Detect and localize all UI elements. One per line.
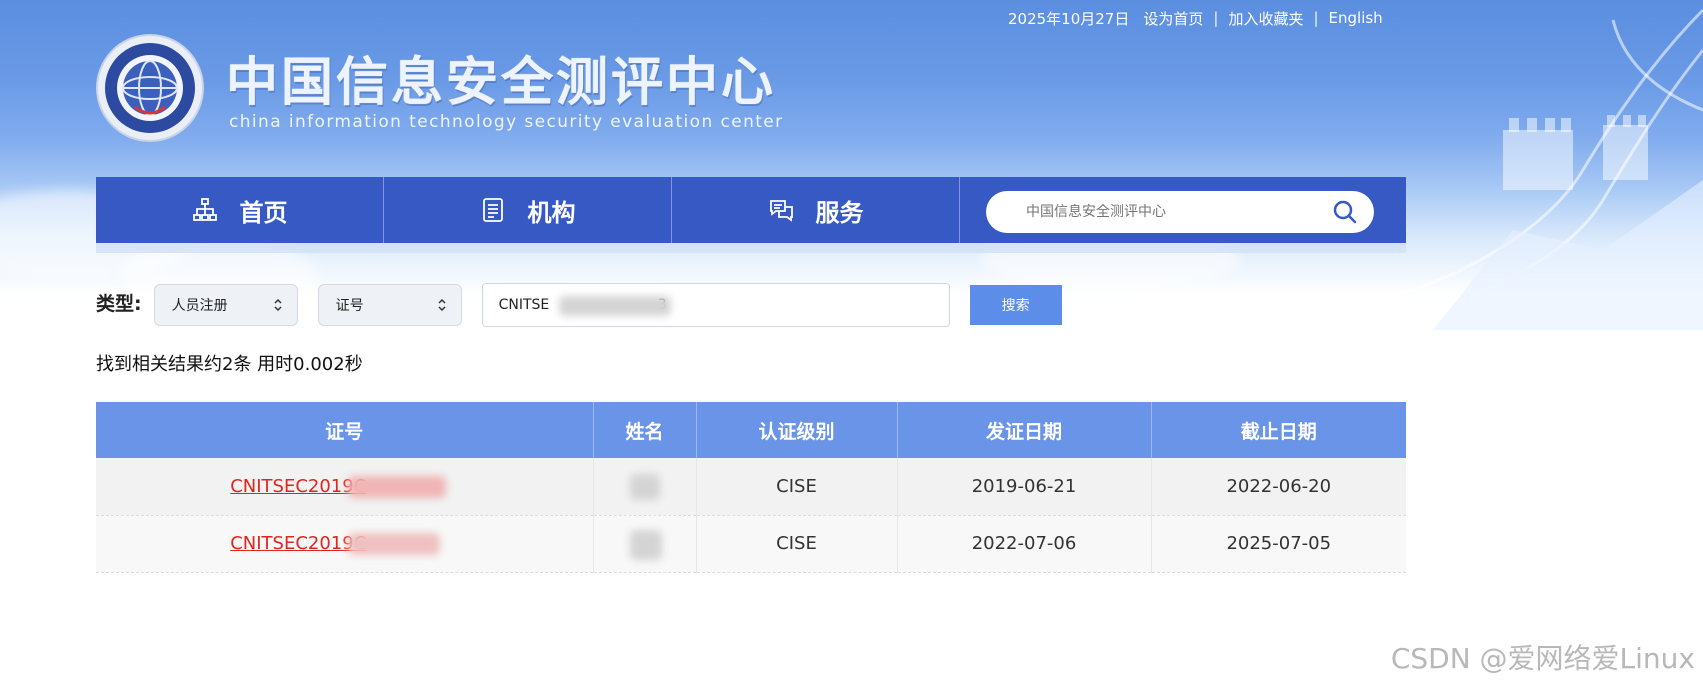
cert-query-input[interactable]: CNITSE .3: [481, 283, 950, 327]
updown-chevron-icon: [274, 298, 282, 312]
expire-date-cell: 2025-07-05: [1151, 515, 1406, 573]
col-header-expire-date: 截止日期: [1151, 402, 1406, 458]
site-search-box: [986, 191, 1374, 233]
watermark: CSDN @爱网络爱Linux: [1390, 642, 1695, 675]
redaction-blur: [629, 529, 662, 560]
divider: |: [1313, 9, 1319, 27]
issue-date-cell: 2019-06-21: [897, 458, 1152, 516]
cert-link[interactable]: CNITSEC2019C: [230, 533, 458, 555]
level-cell: CISE: [696, 458, 898, 516]
results-table: 证号 姓名 认证级别 发证日期 截止日期 CNITSEC2019C CISE 2…: [96, 402, 1406, 573]
nav-underline: [96, 243, 1406, 253]
site-logo: [96, 34, 204, 142]
cert-number: CNITSEC2019C: [230, 533, 367, 554]
site-subtitle: china information technology security ev…: [229, 112, 784, 132]
type-select[interactable]: 人员注册: [153, 284, 298, 326]
great-wall-illustration: [1382, 8, 1703, 330]
result-summary: 找到相关结果约2条 用时0.002秒: [96, 354, 363, 375]
chat-icon: [769, 200, 793, 222]
table-header-row: 证号 姓名 认证级别 发证日期 截止日期: [96, 402, 1406, 458]
col-header-issue-date: 发证日期: [897, 402, 1152, 458]
nav-item-home[interactable]: 首页: [96, 177, 384, 243]
type-select-value: 人员注册: [171, 298, 228, 314]
query-value-prefix: CNITSE: [498, 297, 550, 313]
english-link[interactable]: English: [1329, 9, 1383, 27]
updown-chevron-icon: [438, 298, 446, 312]
cert-number: CNITSEC2019C: [230, 475, 367, 497]
field-select-value: 证号: [335, 298, 364, 314]
expire-date-cell: 2022-06-20: [1151, 458, 1406, 516]
table-row: CNITSEC2019C CISE 2019-06-21 2022-06-20: [96, 458, 1406, 516]
divider: |: [1213, 9, 1219, 27]
current-date: 2025年10月27日: [1008, 9, 1130, 28]
set-home-link[interactable]: 设为首页: [1143, 8, 1203, 29]
level-cell: CISE: [696, 515, 898, 573]
nav-item-service[interactable]: 服务: [672, 177, 960, 243]
redaction-blur: [629, 474, 660, 500]
nav-label: 服务: [815, 198, 864, 227]
name-cell: [593, 515, 697, 573]
type-label: 类型:: [96, 292, 142, 315]
redaction-blur: [348, 475, 447, 498]
nav-item-institution[interactable]: 机构: [384, 177, 672, 243]
filter-row: 类型: 人员注册 证号 CNITSE .3 搜索: [96, 283, 1062, 327]
field-select[interactable]: 证号: [317, 284, 462, 326]
issue-date-cell: 2022-07-06: [897, 515, 1152, 573]
cert-cell: CNITSEC2019C: [96, 515, 594, 573]
search-icon[interactable]: [1332, 199, 1358, 225]
nav-label: 机构: [527, 198, 576, 227]
cert-cell: CNITSEC2019C: [96, 458, 594, 516]
cert-link[interactable]: CNITSEC2019C: [230, 475, 458, 498]
site-title: 中国信息安全测评中心: [226, 53, 777, 113]
redaction-blur: [558, 296, 671, 316]
add-favorite-link[interactable]: 加入收藏夹: [1228, 8, 1303, 29]
col-header-level: 认证级别: [696, 402, 898, 458]
col-header-name: 姓名: [593, 402, 697, 458]
top-links: 2025年10月27日 设为首页 | 加入收藏夹 | English: [1008, 8, 1383, 28]
table-row: CNITSEC2019C CISE 2022-07-06 2025-07-05: [96, 515, 1406, 573]
main-nav: 首页 机构 服务: [96, 177, 1406, 243]
site-search-input[interactable]: [1026, 204, 1326, 220]
document-icon: [482, 198, 503, 222]
col-header-cert: 证号: [96, 402, 594, 458]
search-button[interactable]: 搜索: [969, 285, 1062, 325]
redaction-blur: [348, 533, 441, 555]
sitemap-icon: [192, 198, 217, 221]
nav-label: 首页: [239, 198, 288, 227]
name-cell: [593, 458, 697, 516]
